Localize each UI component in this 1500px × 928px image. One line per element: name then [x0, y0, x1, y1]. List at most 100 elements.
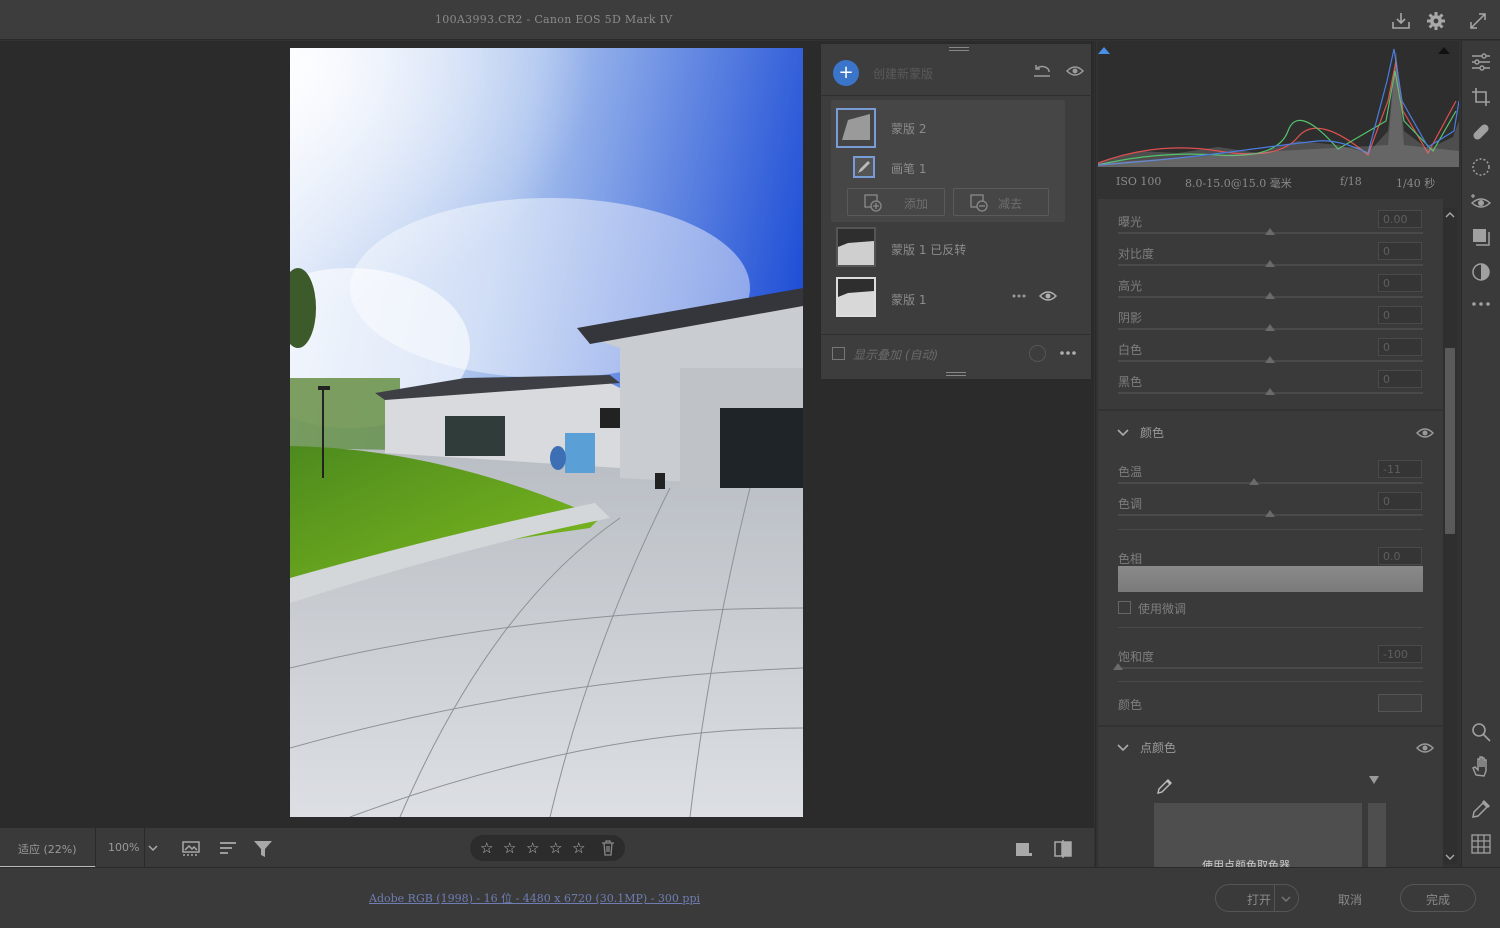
slider-knob[interactable] [1265, 356, 1275, 363]
blacks-slider[interactable]: 黑色 0 [1098, 365, 1443, 397]
single-view-icon[interactable] [1013, 838, 1035, 860]
mask-1-thumbnail[interactable] [836, 277, 876, 317]
hue-bar[interactable] [1118, 566, 1423, 592]
star-icon[interactable]: ☆ [526, 839, 539, 857]
healing-icon[interactable] [1470, 121, 1492, 143]
presets-icon[interactable] [1470, 261, 1492, 283]
slider-track[interactable] [1118, 667, 1423, 669]
hand-icon[interactable] [1470, 755, 1492, 777]
open-button[interactable]: 打开 [1215, 884, 1299, 912]
mask-1-inverted-thumbnail[interactable] [836, 227, 876, 267]
chevron-down-icon[interactable] [1116, 425, 1130, 439]
snapshots-icon[interactable] [1470, 226, 1492, 248]
temperature-slider[interactable]: 色温 -11 [1098, 455, 1443, 487]
chevron-down-icon[interactable] [145, 840, 161, 856]
scrollbar-thumb[interactable] [1445, 348, 1455, 534]
filter-icon[interactable] [252, 838, 274, 860]
eye-icon[interactable] [1416, 741, 1434, 755]
slider-knob[interactable] [1113, 663, 1123, 670]
eyedropper-icon[interactable] [1156, 777, 1174, 795]
eye-icon[interactable] [1066, 64, 1084, 78]
zoom-100-button[interactable]: 100% [97, 828, 145, 868]
shadows-slider[interactable]: 阴影 0 [1098, 301, 1443, 333]
brush-icon[interactable] [853, 156, 875, 178]
blacks-value[interactable]: 0 [1378, 370, 1422, 388]
chevron-down-icon[interactable] [1116, 740, 1130, 754]
crop-icon[interactable] [1470, 86, 1492, 108]
mask-1-inverted-label: 蒙版 1 已反转 [891, 243, 967, 257]
mask-2-group[interactable]: 蒙版 2 画笔 1 添加 减去 [831, 100, 1065, 222]
slider-knob[interactable] [1249, 478, 1259, 485]
exposure-slider[interactable]: 曝光 0.00 [1098, 205, 1443, 237]
slider-knob[interactable] [1265, 324, 1275, 331]
star-icon[interactable]: ☆ [480, 839, 493, 857]
done-button[interactable]: 完成 [1400, 884, 1476, 912]
panel-scrollbar[interactable] [1443, 208, 1457, 864]
star-icon[interactable]: ☆ [549, 839, 562, 857]
compare-view-icon[interactable] [1052, 838, 1074, 860]
trash-icon[interactable] [601, 840, 615, 856]
rating-stars[interactable]: ☆ ☆ ☆ ☆ ☆ [470, 835, 625, 861]
slider-knob[interactable] [1265, 510, 1275, 517]
saturation-slider[interactable]: 饱和度 -100 [1098, 640, 1443, 672]
tint-value[interactable]: 0 [1378, 492, 1422, 510]
slider-knob[interactable] [1265, 292, 1275, 299]
scroll-down-icon[interactable] [1445, 852, 1455, 862]
workflow-options-link[interactable]: Adobe RGB (1998) - 16 位 - 4480 x 6720 (3… [369, 890, 700, 906]
color-section-title[interactable]: 颜色 [1140, 424, 1164, 441]
slider-knob[interactable] [1265, 228, 1275, 235]
slider-knob[interactable] [1265, 260, 1275, 267]
sliders-icon[interactable] [1470, 51, 1492, 73]
subtract-button[interactable]: 减去 [953, 188, 1049, 216]
eye-icon[interactable] [1039, 289, 1057, 303]
tint-slider[interactable]: 色调 0 [1098, 487, 1443, 519]
contrast-slider[interactable]: 对比度 0 [1098, 237, 1443, 269]
color-swatch[interactable] [1378, 694, 1422, 712]
point-color-title[interactable]: 点颜色 [1140, 739, 1176, 756]
sort-icon[interactable] [218, 838, 240, 860]
star-icon[interactable]: ☆ [503, 839, 516, 857]
highlights-slider[interactable]: 高光 0 [1098, 269, 1443, 301]
drag-handle[interactable] [946, 372, 966, 376]
mask-tool-icon[interactable] [1470, 156, 1492, 178]
exposure-value[interactable]: 0.00 [1378, 210, 1422, 228]
contrast-value[interactable]: 0 [1378, 242, 1422, 260]
triangle-down-icon[interactable] [1368, 775, 1380, 785]
overlay-color-swatch[interactable] [1029, 345, 1046, 362]
shadows-value[interactable]: 0 [1378, 306, 1422, 324]
filmstrip-icon[interactable] [181, 838, 203, 860]
whites-slider[interactable]: 白色 0 [1098, 333, 1443, 365]
whites-value[interactable]: 0 [1378, 338, 1422, 356]
chevron-down-icon[interactable] [1279, 892, 1293, 906]
zoom-fit-button[interactable]: 适应 (22%) [0, 828, 96, 868]
sampler-icon[interactable] [1470, 798, 1492, 820]
mask-2-thumbnail[interactable] [836, 108, 876, 148]
fullscreen-icon[interactable] [1467, 10, 1489, 32]
fine-adjust-checkbox[interactable] [1118, 601, 1131, 614]
zoom-icon[interactable] [1470, 721, 1492, 743]
save-icon[interactable] [1390, 10, 1412, 32]
show-overlay-checkbox[interactable] [832, 347, 845, 360]
grid-icon[interactable] [1470, 833, 1492, 855]
star-icon[interactable]: ☆ [572, 839, 585, 857]
create-mask-button[interactable]: + [833, 60, 859, 86]
cancel-button[interactable]: 取消 [1312, 884, 1388, 912]
red-eye-icon[interactable] [1470, 191, 1492, 213]
temperature-value[interactable]: -11 [1378, 460, 1422, 478]
undo-icon[interactable] [1032, 63, 1052, 79]
point-color-preview[interactable]: 使用点颜色取色器 [1154, 803, 1362, 867]
gear-icon[interactable] [1425, 10, 1447, 32]
saturation-value[interactable]: -100 [1378, 645, 1422, 663]
highlights-value[interactable]: 0 [1378, 274, 1422, 292]
point-color-strip[interactable] [1368, 803, 1386, 867]
more-icon[interactable] [1059, 348, 1077, 358]
photo-preview[interactable] [290, 48, 803, 817]
add-button[interactable]: 添加 [847, 188, 945, 216]
more-icon[interactable] [1011, 291, 1027, 301]
slider-track[interactable] [1118, 482, 1423, 484]
scroll-up-icon[interactable] [1445, 210, 1455, 220]
slider-knob[interactable] [1265, 388, 1275, 395]
eye-icon[interactable] [1416, 426, 1434, 440]
hue-value[interactable]: 0.0 [1378, 547, 1422, 565]
more-icon[interactable] [1470, 293, 1492, 315]
